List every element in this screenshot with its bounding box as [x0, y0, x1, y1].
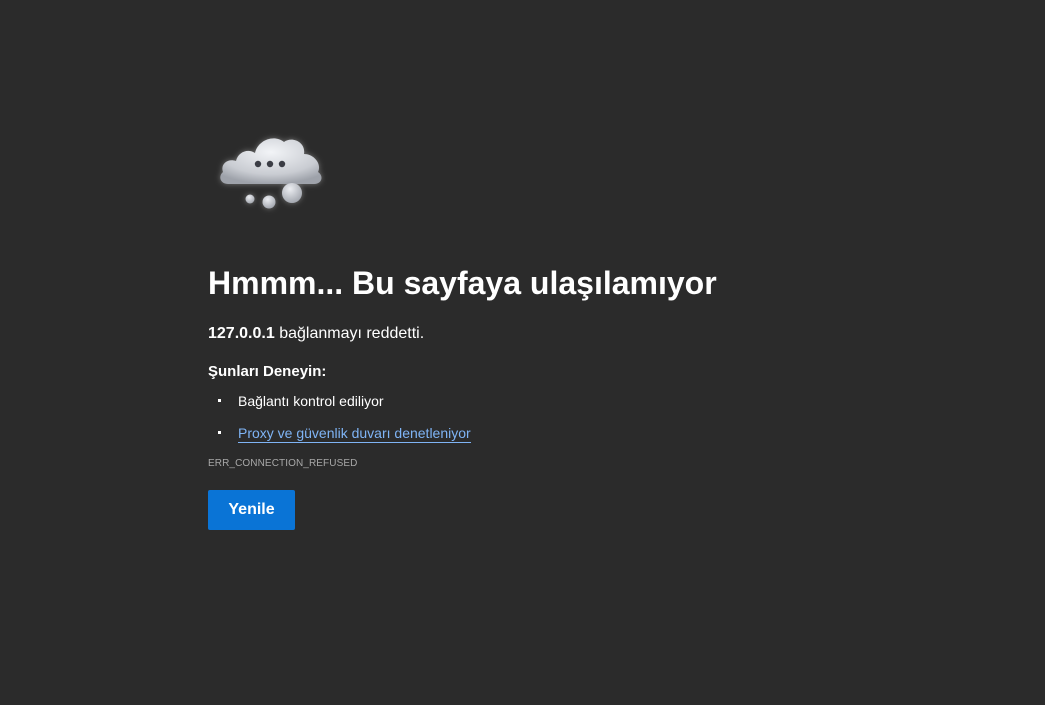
suggestion-check-connection: Bağlantı kontrol ediliyor — [208, 391, 848, 411]
bullet-icon — [218, 431, 221, 434]
host-address: 127.0.0.1 — [208, 325, 275, 342]
error-content: Hmmm... Bu sayfaya ulaşılamıyor 127.0.0.… — [208, 262, 848, 530]
page-title: Hmmm... Bu sayfaya ulaşılamıyor — [208, 265, 717, 301]
reload-button[interactable]: Yenile — [208, 490, 295, 530]
error-page: Hmmm... Bu sayfaya ulaşılamıyor 127.0.0.… — [0, 0, 1045, 705]
proxy-firewall-link[interactable]: Proxy ve güvenlik duvarı denetleniyor — [238, 425, 471, 443]
cloud-thinking-icon — [214, 126, 330, 218]
suggestions-list: Bağlantı kontrol ediliyor Proxy ve güven… — [208, 391, 848, 443]
suggestions-heading: Şunları Deneyin: — [208, 363, 327, 380]
suggestion-text: Bağlantı kontrol ediliyor — [238, 393, 384, 409]
error-code: ERR_CONNECTION_REFUSED — [208, 458, 358, 469]
error-message: 127.0.0.1 bağlanmayı reddetti. — [208, 323, 848, 345]
bullet-icon — [218, 399, 221, 402]
error-message-text: bağlanmayı reddetti. — [279, 325, 425, 342]
suggestion-check-proxy-firewall: Proxy ve güvenlik duvarı denetleniyor — [208, 423, 848, 443]
